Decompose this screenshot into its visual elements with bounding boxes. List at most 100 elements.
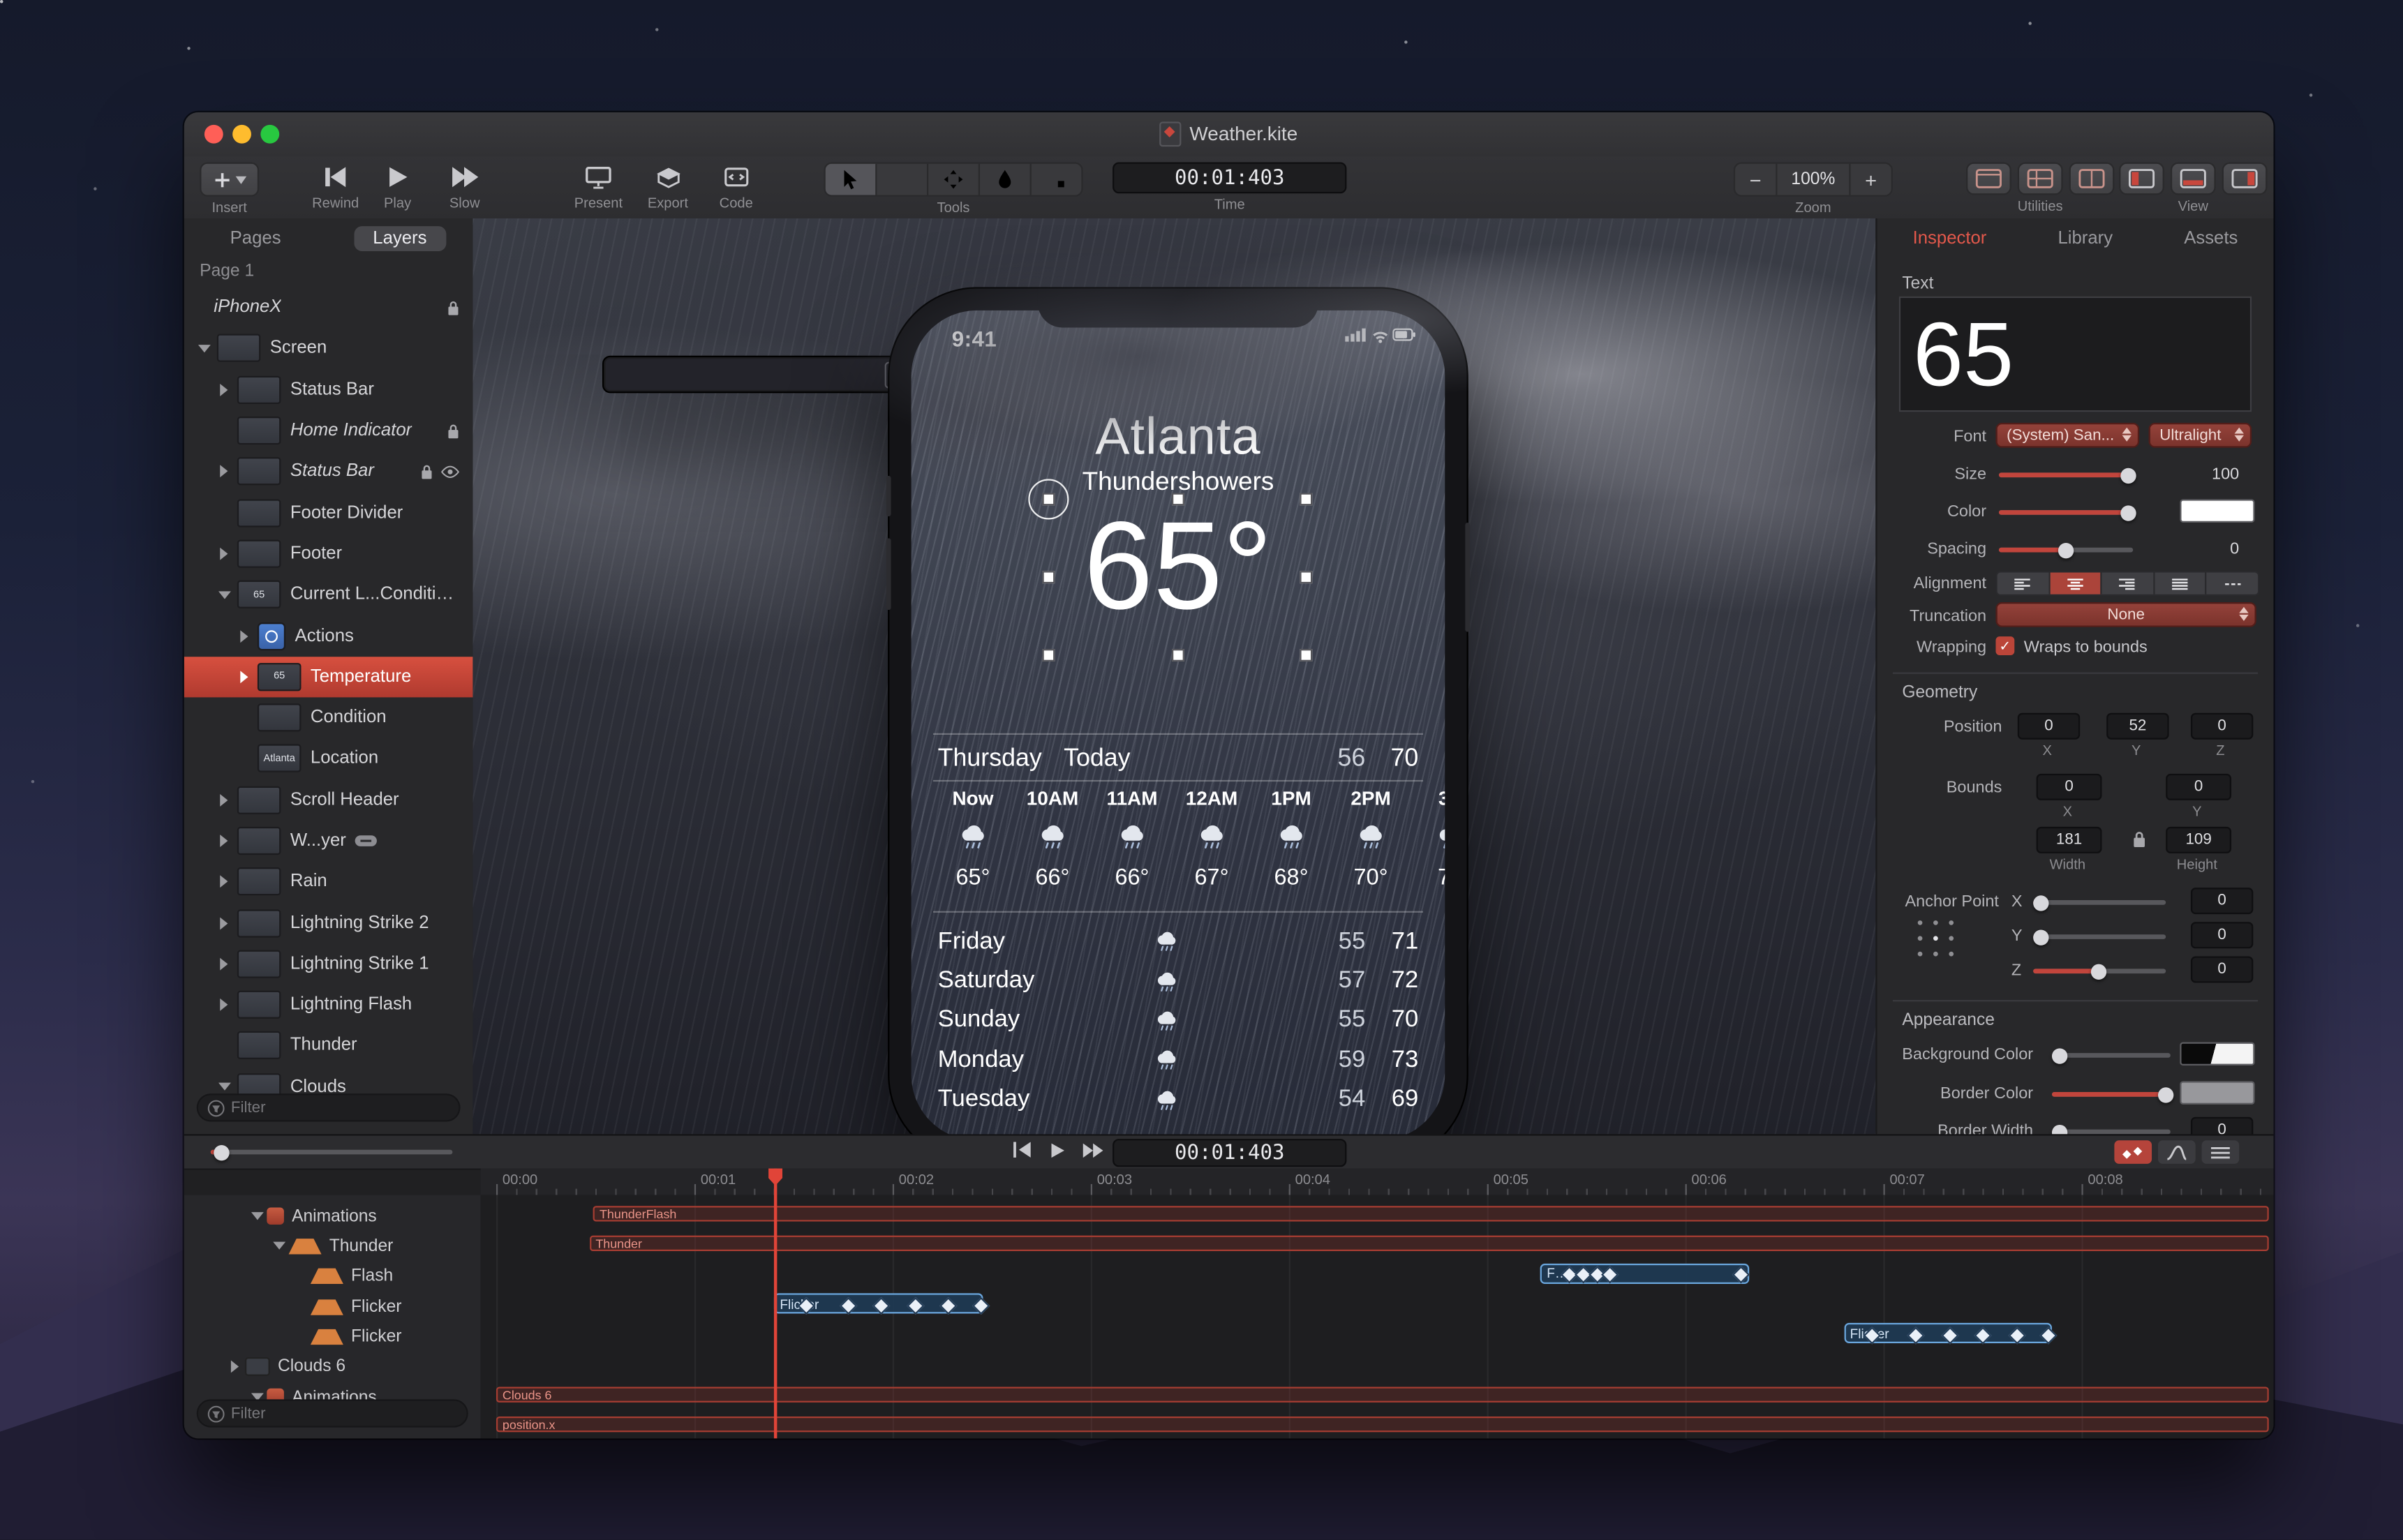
- anchor-y-field[interactable]: 0: [2190, 922, 2254, 949]
- canvas[interactable]: 9:41 Atlanta Thundershowers 65° Thursday…: [473, 218, 1877, 1135]
- sidebar-tab-pages[interactable]: Pages: [211, 226, 300, 251]
- width-field[interactable]: 181: [2036, 826, 2102, 853]
- anchor-point-widget[interactable]: [1917, 920, 1956, 958]
- cursor-tool-button[interactable]: [825, 163, 877, 195]
- border-color-swatch[interactable]: [2180, 1081, 2255, 1105]
- export-button[interactable]: [655, 163, 681, 192]
- inspector-tab-assets[interactable]: Assets: [2184, 230, 2238, 248]
- position-z-field[interactable]: 0: [2190, 712, 2254, 740]
- keyframe-bar-flicker[interactable]: Flicker: [1843, 1323, 2058, 1344]
- disclosure-triangle[interactable]: [214, 999, 234, 1011]
- selection-bounding-box[interactable]: [1042, 493, 1313, 661]
- rewind-button[interactable]: [323, 163, 348, 192]
- position-x-field[interactable]: 0: [2017, 712, 2081, 740]
- anchor-y-slider[interactable]: [2033, 929, 2166, 945]
- keyframe-bar-flash[interactable]: Flash: [1540, 1263, 1750, 1284]
- text-color-swatch[interactable]: [2180, 499, 2255, 523]
- animation-track-clouds-6[interactable]: Clouds 6: [496, 1386, 2269, 1403]
- disclosure-triangle[interactable]: [193, 345, 214, 352]
- color-slider[interactable]: [1998, 504, 2136, 521]
- layer-row-iphonex[interactable]: iPhoneX: [184, 287, 1184, 392]
- lock-ratio-icon[interactable]: [2132, 830, 2147, 849]
- view-bottom-panel-button[interactable]: [2170, 162, 2216, 195]
- play-button[interactable]: [387, 163, 408, 192]
- timeline-filter-input[interactable]: Filter: [196, 1399, 468, 1428]
- timeline-tree-clouds-6[interactable]: Clouds 6: [184, 1352, 481, 1382]
- timeline-tree-flicker[interactable]: Flicker: [184, 1322, 481, 1352]
- view-right-panel-button[interactable]: [2222, 162, 2268, 195]
- keyframe-diamond[interactable]: [2008, 1326, 2025, 1344]
- zoom-out-button[interactable]: −: [1735, 167, 1776, 191]
- layer-row-actions[interactable]: Actions: [184, 615, 473, 657]
- anchor-z-field[interactable]: 0: [2190, 956, 2254, 983]
- utility-panel-3-button[interactable]: [2069, 162, 2115, 195]
- timeline-ffwd-button[interactable]: [1081, 1141, 1105, 1158]
- move-tool-button[interactable]: [928, 163, 981, 195]
- selection-handle[interactable]: [1170, 493, 1184, 506]
- bounds-x-field[interactable]: 0: [2036, 773, 2102, 800]
- zoom-tool-button[interactable]: [877, 163, 929, 195]
- layer-row-rain[interactable]: Rain: [184, 861, 473, 902]
- disclosure-triangle[interactable]: [214, 835, 234, 847]
- selection-handle[interactable]: [1300, 649, 1313, 661]
- zoom-in-button[interactable]: +: [1851, 167, 1891, 191]
- disclosure-triangle[interactable]: [214, 465, 234, 478]
- anchor-point-indicator[interactable]: [1028, 479, 1069, 520]
- timeline-tree-thunder[interactable]: Thunder: [184, 1232, 481, 1261]
- layer-row-home-indicator[interactable]: Home Indicator: [184, 410, 473, 451]
- layer-row-lightning-strike-1[interactable]: Lightning Strike 1: [184, 943, 473, 985]
- wrapping-checkbox[interactable]: ✓: [1995, 636, 2015, 655]
- utility-panel-2-button[interactable]: [2017, 162, 2063, 195]
- layer-row-temperature[interactable]: 65 Temperature: [184, 656, 473, 698]
- selection-handle[interactable]: [1042, 649, 1055, 661]
- anchor-z-slider[interactable]: [2033, 963, 2166, 979]
- anchor-x-slider[interactable]: [2033, 895, 2166, 911]
- disclosure-triangle[interactable]: [214, 591, 234, 599]
- playhead[interactable]: [774, 1168, 777, 1439]
- curve-view-toggle[interactable]: [2157, 1140, 2196, 1164]
- animation-track-position-x[interactable]: position.x: [496, 1417, 2269, 1433]
- spacing-slider[interactable]: [1998, 541, 2134, 558]
- timeline-tree-flash[interactable]: Flash: [184, 1262, 481, 1291]
- ink-tool-button[interactable]: [980, 163, 1032, 195]
- keyframe-view-toggle[interactable]: [2114, 1140, 2152, 1164]
- font-weight-dropdown[interactable]: Ultralight: [2148, 422, 2252, 448]
- layer-row-footer[interactable]: Footer: [184, 533, 473, 574]
- slow-button[interactable]: [451, 163, 479, 192]
- position-y-field[interactable]: 52: [2106, 712, 2169, 740]
- layer-row-current-l-conditions[interactable]: 65 Current L...Conditions: [184, 574, 473, 615]
- keyframe-diamond[interactable]: [1974, 1326, 1992, 1344]
- timeline-tree-animations[interactable]: Animations: [184, 1201, 481, 1230]
- animation-track-thunderflash[interactable]: ThunderFlash: [593, 1206, 2269, 1222]
- shape-tool-button[interactable]: [1032, 164, 1082, 195]
- font-family-dropdown[interactable]: (System) San...: [1995, 422, 2140, 448]
- animation-track-thunder[interactable]: Thunder: [589, 1236, 2269, 1252]
- code-button[interactable]: [724, 163, 749, 192]
- inspector-tab-inspector[interactable]: Inspector: [1913, 230, 1987, 248]
- align-left-button[interactable]: [1997, 572, 2050, 595]
- disclosure-triangle[interactable]: [214, 917, 234, 929]
- keyframe-bar-flicker[interactable]: Flicker: [773, 1293, 989, 1314]
- align-none-button[interactable]: [2207, 573, 2258, 595]
- list-view-toggle[interactable]: [2201, 1140, 2240, 1164]
- skip-start-button[interactable]: [1011, 1140, 1033, 1159]
- utility-panel-1-button[interactable]: [1965, 162, 2011, 195]
- keyframe-diamond[interactable]: [2040, 1326, 2058, 1344]
- keyframe-diamond[interactable]: [972, 1296, 989, 1314]
- truncation-dropdown[interactable]: None: [1995, 601, 2256, 627]
- disclosure-triangle[interactable]: [225, 1361, 245, 1373]
- view-left-panel-button[interactable]: [2119, 162, 2164, 195]
- background-color-slider[interactable]: [2051, 1047, 2171, 1063]
- layer-row-lightning-strike-2[interactable]: Lightning Strike 2: [184, 902, 473, 943]
- disclosure-triangle[interactable]: [214, 957, 234, 970]
- border-width-slider[interactable]: [2051, 1123, 2171, 1140]
- keyframe-diamond[interactable]: [839, 1296, 856, 1314]
- layer-row-location[interactable]: Atlanta Location: [184, 738, 473, 779]
- disclosure-triangle[interactable]: [214, 383, 234, 396]
- insert-button[interactable]: [200, 162, 260, 197]
- selection-handle[interactable]: [1300, 493, 1313, 506]
- layer-row-screen[interactable]: Screen: [184, 328, 473, 369]
- layer-row-thunder[interactable]: Thunder: [184, 1026, 473, 1067]
- keyframe-diamond[interactable]: [1733, 1266, 1750, 1283]
- keyframe-diamond[interactable]: [872, 1296, 890, 1314]
